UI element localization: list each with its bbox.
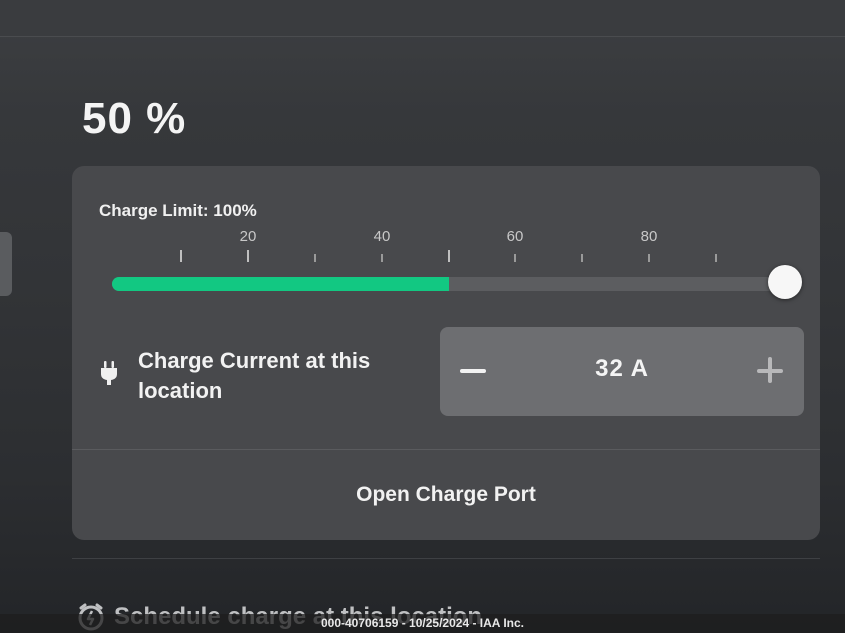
open-charge-port-button[interactable]: Open Charge Port (72, 450, 820, 540)
watermark: 000-40706159 - 10/25/2024 - IAA Inc. (0, 614, 845, 633)
scale-tick (247, 250, 249, 262)
charge-limit-slider-track[interactable] (112, 277, 786, 291)
charge-limit-slider-thumb[interactable] (768, 265, 802, 299)
charging-panel: Charge Limit: 100% 20 40 60 80 Charge Cu… (72, 166, 820, 540)
tick-label-20: 20 (239, 228, 257, 245)
scale-tick (648, 254, 650, 262)
charge-current-label: Charge Current at this location (138, 348, 371, 403)
battery-percent: 50 % (82, 94, 187, 143)
scale-tick (514, 254, 516, 262)
scale-tick (314, 254, 316, 262)
top-status-strip (0, 0, 845, 37)
charge-current-stepper: 32 A (440, 327, 804, 416)
scale-tick (581, 254, 583, 262)
tick-label-40: 40 (373, 228, 391, 245)
tick-label-60: 60 (506, 228, 524, 245)
scale-tick (381, 254, 383, 262)
charge-limit-label: Charge Limit: 100% (99, 201, 257, 220)
scale-tick (715, 254, 717, 262)
scale-tick (180, 250, 182, 262)
decrease-current-button[interactable] (454, 349, 494, 393)
tick-label-80: 80 (640, 228, 658, 245)
increase-current-button[interactable] (754, 351, 788, 391)
plug-icon (101, 361, 117, 385)
battery-level-fill (112, 277, 449, 291)
side-panel-handle[interactable] (0, 232, 12, 296)
scale-tick (448, 250, 450, 262)
section-divider (72, 558, 820, 559)
charge-current-value: 32 A (595, 355, 649, 382)
